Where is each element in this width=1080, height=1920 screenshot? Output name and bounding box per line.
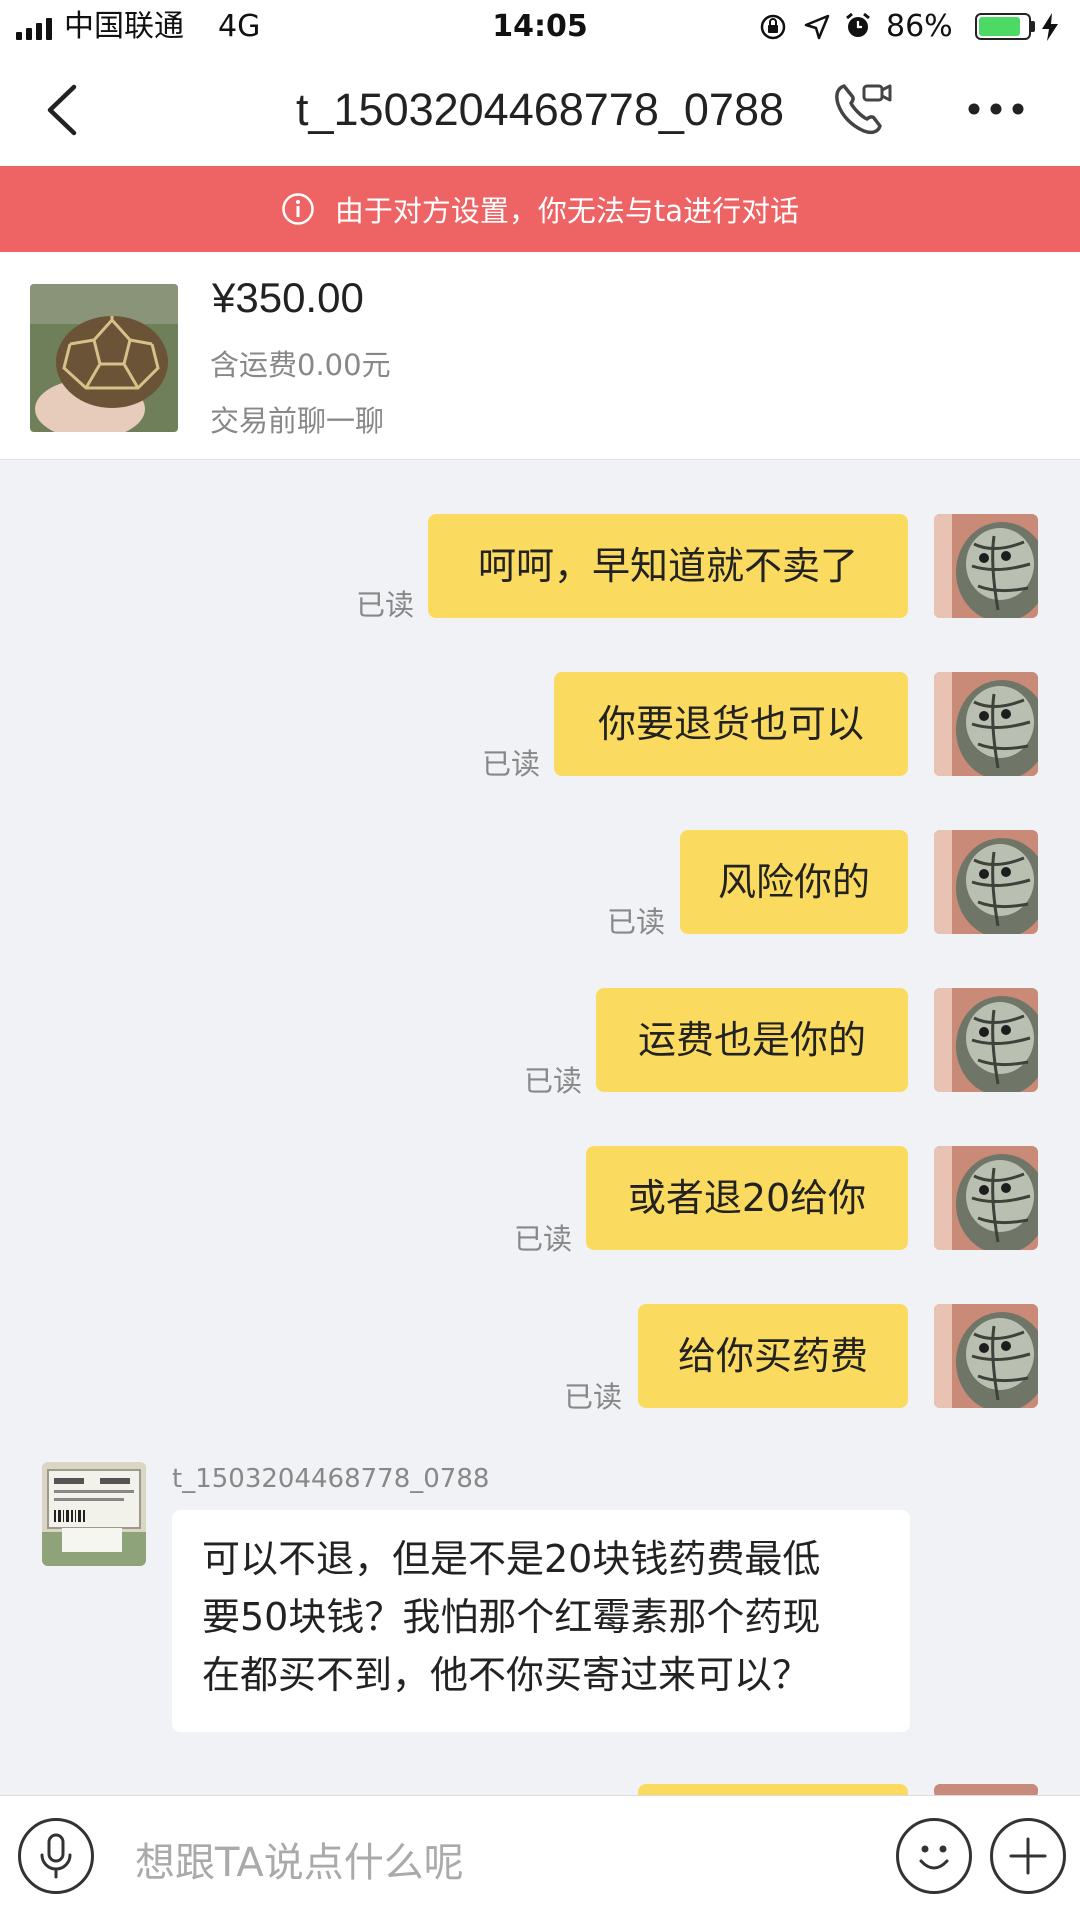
read-receipt: 已读 (523, 1064, 582, 1098)
my-avatar[interactable] (934, 514, 1038, 618)
shipping-fee: 含运费0.00元 (210, 348, 391, 382)
my-avatar[interactable] (934, 672, 1038, 776)
sender-avatar[interactable] (42, 1462, 146, 1566)
incoming-message-line: 要50块钱？我怕那个红霉素那个药现 (202, 1595, 821, 1639)
my-avatar[interactable] (934, 988, 1038, 1092)
input-bar: 想跟TA说点什么呢 (0, 1795, 1080, 1920)
message-input[interactable]: 想跟TA说点什么呢 (135, 1830, 464, 1888)
more-icon[interactable] (966, 102, 1026, 116)
outgoing-message[interactable]: 或者退20给你 (586, 1146, 908, 1250)
read-receipt: 已读 (355, 588, 414, 622)
emoji-button[interactable] (896, 1818, 972, 1894)
incoming-message-line: 可以不退，但是不是20块钱药费最低 (202, 1537, 821, 1581)
outgoing-message[interactable]: 你要退货也可以 (554, 672, 908, 776)
chat-prompt: 交易前聊一聊 (210, 404, 385, 438)
product-image[interactable] (30, 284, 178, 432)
video-call-icon[interactable] (832, 80, 894, 138)
read-receipt: 已读 (513, 1222, 572, 1256)
back-icon[interactable] (44, 84, 80, 136)
battery-cap (1031, 21, 1035, 32)
rotation-lock-icon (760, 14, 786, 40)
plus-icon (1009, 1837, 1047, 1875)
product-price: ¥350.00 (212, 274, 364, 321)
outgoing-message[interactable]: 风险你的 (680, 830, 908, 934)
nav-bar: t_1503204468778_0788 (0, 54, 1080, 166)
status-bar: 中国联通 4G 14:05 86% (0, 0, 1080, 54)
charging-icon (1042, 13, 1058, 41)
page-title: t_1503204468778_0788 (295, 84, 784, 135)
outgoing-message[interactable]: 呵呵，早知道就不卖了 (428, 514, 908, 618)
battery-icon (975, 13, 1031, 40)
my-avatar[interactable] (934, 1304, 1038, 1408)
incoming-message-line: 在都买不到，他不你买寄过来可以？ (202, 1653, 811, 1697)
more-actions-button[interactable] (990, 1818, 1066, 1894)
restriction-banner: 由于对方设置，你无法与ta进行对话 (0, 166, 1080, 252)
microphone-icon (40, 1833, 72, 1879)
read-receipt: 已读 (606, 905, 665, 939)
outgoing-message[interactable]: 给你买药费 (638, 1304, 908, 1408)
alarm-icon (846, 12, 870, 37)
sender-name: t_1503204468778_0788 (172, 1464, 490, 1494)
read-receipt: 已读 (481, 747, 540, 781)
battery-percent: 86% (886, 9, 953, 44)
incoming-message[interactable]: 可以不退，但是不是20块钱药费最低 要50块钱？我怕那个红霉素那个药现 在都买不… (172, 1510, 910, 1732)
outgoing-message[interactable]: 运费也是你的 (596, 988, 908, 1092)
location-icon (804, 14, 830, 40)
info-icon (282, 193, 314, 225)
banner-text: 由于对方设置，你无法与ta进行对话 (334, 194, 800, 228)
emoji-icon (919, 1845, 949, 1870)
my-avatar[interactable] (934, 830, 1038, 934)
product-card[interactable]: ¥350.00 含运费0.00元 交易前聊一聊 (0, 252, 1080, 460)
voice-button[interactable] (18, 1818, 94, 1894)
read-receipt: 已读 (563, 1380, 622, 1414)
my-avatar[interactable] (934, 1146, 1038, 1250)
